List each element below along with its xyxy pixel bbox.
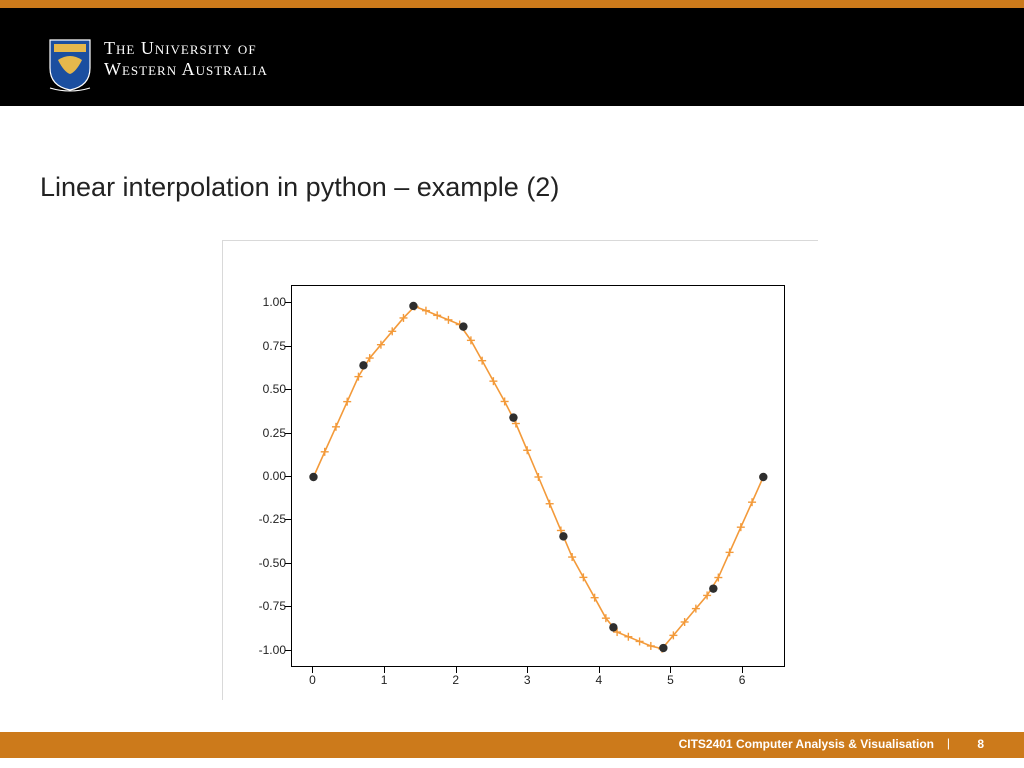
y-tick-mark: [285, 389, 291, 390]
y-tick-mark: [285, 346, 291, 347]
y-tick-mark: [285, 519, 291, 520]
footer-course-code: CITS2401 Computer Analysis & Visualisati…: [679, 737, 934, 751]
x-tick-mark: [742, 667, 743, 673]
y-tick-mark: [285, 433, 291, 434]
university-logo-block: The University of Western Australia: [48, 38, 268, 92]
y-tick-mark: [285, 606, 291, 607]
footer-page-number: 8: [977, 737, 984, 751]
x-tick-label: 6: [727, 673, 757, 687]
y-tick-label: -1.00: [226, 643, 286, 657]
y-tick-label: 0.75: [226, 339, 286, 353]
university-name: The University of Western Australia: [104, 38, 268, 80]
y-tick-label: 0.50: [226, 382, 286, 396]
y-tick-label: 0.00: [226, 469, 286, 483]
header-bar: The University of Western Australia: [0, 8, 1024, 106]
x-tick-mark: [456, 667, 457, 673]
university-name-line-1: The University of: [104, 38, 268, 59]
x-tick-label: 0: [297, 673, 327, 687]
x-tick-label: 4: [584, 673, 614, 687]
y-tick-mark: [285, 563, 291, 564]
slide-title: Linear interpolation in python – example…: [40, 172, 559, 203]
y-tick-label: 0.25: [226, 426, 286, 440]
y-tick-label: -0.25: [226, 512, 286, 526]
x-tick-mark: [384, 667, 385, 673]
y-tick-label: -0.75: [226, 599, 286, 613]
y-tick-mark: [285, 476, 291, 477]
y-tick-label: 1.00: [226, 295, 286, 309]
x-tick-mark: [670, 667, 671, 673]
plot-area: [291, 285, 785, 667]
y-tick-mark: [285, 650, 291, 651]
footer-bar: CITS2401 Computer Analysis & Visualisati…: [0, 732, 1024, 758]
x-tick-mark: [527, 667, 528, 673]
x-tick-label: 3: [512, 673, 542, 687]
x-tick-label: 5: [655, 673, 685, 687]
y-tick-label: -0.50: [226, 556, 286, 570]
x-tick-label: 1: [369, 673, 399, 687]
y-tick-mark: [285, 302, 291, 303]
x-tick-mark: [599, 667, 600, 673]
x-tick-label: 2: [441, 673, 471, 687]
x-tick-mark: [312, 667, 313, 673]
footer-separator: |: [947, 736, 950, 750]
university-name-line-2: Western Australia: [104, 59, 268, 80]
chart-svg: [292, 286, 786, 668]
top-accent-bar: [0, 0, 1024, 8]
university-crest-icon: [48, 38, 92, 92]
chart-container: -1.00 -0.75 -0.50 -0.25 0.00 0.25 0.50 0.75 1.00…: [222, 240, 818, 700]
